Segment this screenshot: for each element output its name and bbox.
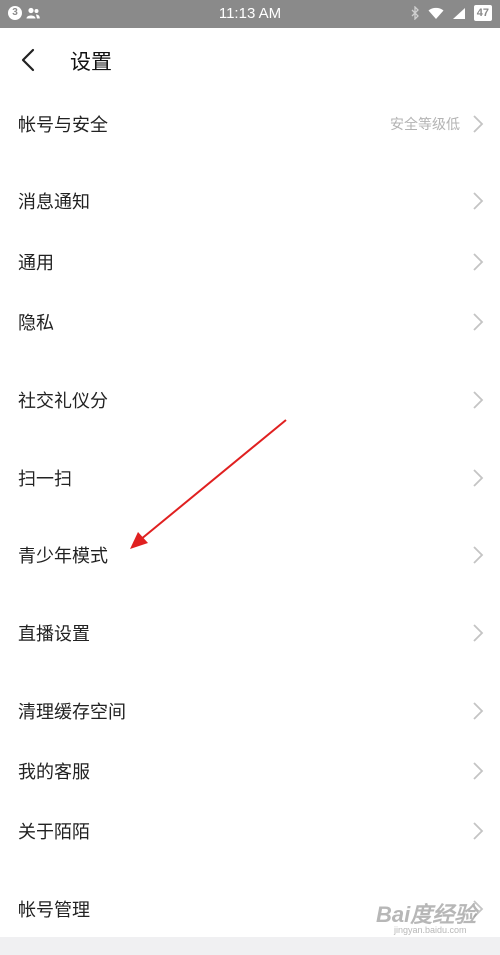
setting-row-live-settings[interactable]: 直播设置	[0, 603, 500, 663]
setting-row-youth-mode[interactable]: 青少年模式	[0, 525, 500, 585]
setting-label: 关于陌陌	[18, 822, 90, 843]
chevron-right-icon	[473, 313, 484, 331]
watermark-url: jingyan.baidu.com	[394, 925, 467, 935]
bluetooth-icon	[411, 6, 419, 20]
status-right-icons: 47	[411, 5, 492, 21]
setting-label: 直播设置	[18, 624, 90, 645]
setting-row-privacy[interactable]: 隐私	[0, 292, 500, 352]
battery-icon: 47	[473, 5, 492, 21]
chevron-right-icon	[473, 624, 484, 642]
signal-icon	[452, 7, 465, 19]
setting-row-clear-cache[interactable]: 清理缓存空间	[0, 681, 500, 741]
setting-label: 清理缓存空间	[18, 702, 126, 723]
setting-row-about[interactable]: 关于陌陌	[0, 801, 500, 861]
setting-row-general[interactable]: 通用	[0, 232, 500, 292]
chevron-right-icon	[473, 253, 484, 271]
setting-label: 社交礼仪分	[18, 391, 108, 412]
setting-row-customer-service[interactable]: 我的客服	[0, 741, 500, 801]
chevron-right-icon	[473, 469, 484, 487]
chevron-right-icon	[473, 546, 484, 564]
back-arrow-icon	[21, 48, 35, 72]
page-title: 设置	[70, 50, 112, 74]
chevron-right-icon	[473, 822, 484, 840]
setting-label: 扫一扫	[18, 469, 72, 490]
setting-label: 帐号与安全	[18, 115, 108, 136]
setting-label: 通用	[18, 253, 54, 274]
chevron-right-icon	[473, 702, 484, 720]
setting-row-social-etiquette[interactable]: 社交礼仪分	[0, 370, 500, 430]
setting-label: 我的客服	[18, 762, 90, 783]
baidu-watermark: Bai度经验 jingyan.baidu.com	[376, 895, 486, 945]
back-button[interactable]	[10, 42, 46, 78]
chevron-right-icon	[473, 192, 484, 210]
setting-row-account-security[interactable]: 帐号与安全 安全等级低	[0, 94, 500, 154]
wifi-icon	[428, 7, 444, 19]
security-level-value: 安全等级低	[390, 117, 460, 133]
setting-row-scan[interactable]: 扫一扫	[0, 448, 500, 508]
chevron-right-icon	[473, 115, 484, 133]
setting-label: 消息通知	[18, 192, 90, 213]
settings-list: 帐号与安全 安全等级低 消息通知 通用 隐私 社交礼仪分 扫一扫 青少年模式 直…	[0, 92, 500, 937]
status-bar: 3 11:13 AM 47	[0, 0, 500, 28]
setting-label: 青少年模式	[18, 546, 108, 567]
setting-label: 隐私	[18, 313, 54, 334]
chevron-right-icon	[473, 762, 484, 780]
setting-row-notifications[interactable]: 消息通知	[0, 171, 500, 231]
chevron-right-icon	[473, 391, 484, 409]
setting-label: 帐号管理	[18, 900, 90, 921]
nav-bar: 设置	[0, 28, 500, 92]
